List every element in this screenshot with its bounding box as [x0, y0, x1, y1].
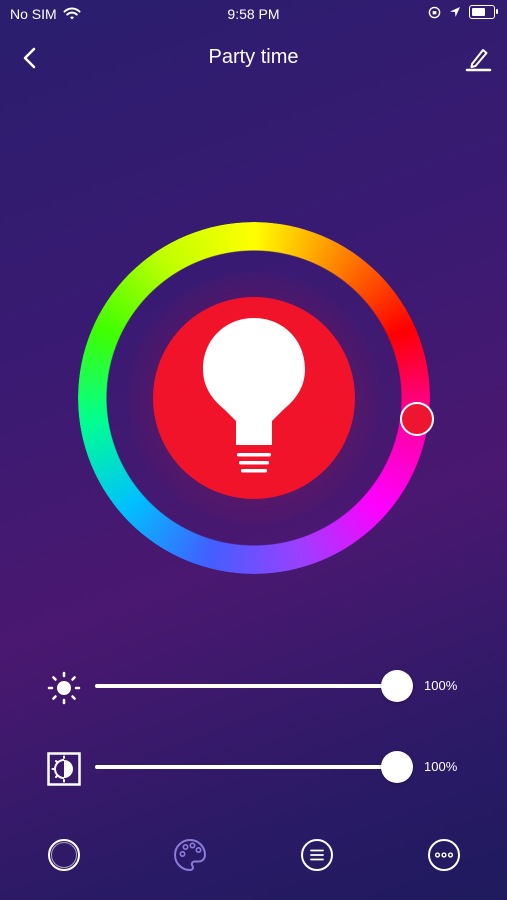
brightness-value: 100%	[424, 678, 458, 693]
edit-button[interactable]	[463, 44, 493, 72]
sun-icon	[47, 671, 81, 705]
brightness-slider-thumb[interactable]	[381, 670, 413, 702]
hue-knob[interactable]	[400, 402, 434, 436]
orientation-lock-icon	[428, 6, 441, 18]
status-right	[428, 5, 498, 19]
lightbulb-icon	[203, 318, 305, 473]
more-icon	[428, 839, 460, 871]
location-icon	[450, 7, 460, 17]
tab-more[interactable]	[424, 835, 464, 875]
contrast-icon	[47, 752, 81, 786]
battery-fill	[472, 8, 485, 16]
temperature-slider-thumb[interactable]	[381, 751, 413, 783]
nav-bar: Party time	[0, 38, 507, 78]
pencil-icon	[465, 49, 492, 72]
tab-bar	[0, 830, 507, 880]
status-bar: No SIM 9:58 PM	[0, 0, 507, 30]
tab-light[interactable]	[44, 835, 84, 875]
temperature-value: 100%	[424, 759, 458, 774]
color-wheel[interactable]	[78, 222, 434, 574]
circle-icon	[48, 839, 80, 871]
temperature-slider-track[interactable]	[95, 751, 413, 783]
tab-scenes[interactable]	[297, 835, 337, 875]
tab-color[interactable]	[170, 835, 210, 875]
page-title: Party time	[208, 46, 299, 68]
brightness-row: 100%	[0, 666, 507, 706]
temperature-row: 100%	[0, 747, 507, 787]
list-icon	[301, 839, 333, 871]
brightness-slider-track[interactable]	[95, 670, 413, 702]
battery-icon	[469, 5, 498, 19]
palette-icon	[174, 839, 206, 871]
